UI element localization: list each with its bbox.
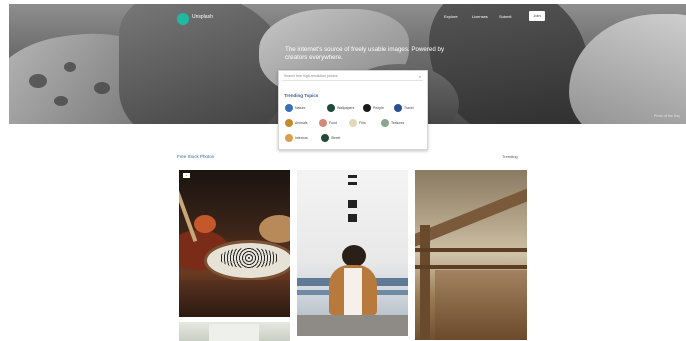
chip-label: Food (329, 121, 337, 125)
rock-hole (29, 74, 47, 88)
mountain-photo[interactable] (179, 322, 290, 341)
chip-thumb-icon (349, 119, 357, 127)
chip-thumb-icon (285, 104, 293, 112)
wall-light (348, 175, 357, 178)
chip-label: Animals (295, 121, 308, 125)
trending-chip[interactable]: Interiors (285, 134, 308, 142)
chip-thumb-icon (327, 104, 335, 112)
sky-area (209, 324, 259, 341)
trending-chip[interactable]: Street (321, 134, 340, 142)
food-photo[interactable]: + (179, 170, 290, 317)
dirt-ground (435, 270, 527, 340)
hero-rock (569, 14, 686, 124)
search-icon[interactable]: ⌕ (419, 74, 421, 79)
plate-pattern (219, 248, 279, 268)
chip-label: Textures (391, 121, 405, 125)
trending-chip[interactable]: Wallpapers (327, 104, 354, 112)
chip-label: Film (359, 121, 366, 125)
table (179, 280, 290, 317)
fence-rail (415, 184, 527, 248)
search-input[interactable]: Search free high-resolution photos ⌕ (282, 74, 423, 81)
photo-badge[interactable]: + (183, 173, 190, 178)
chip-label: Nature (295, 106, 306, 110)
plate (259, 215, 290, 243)
chip-label: Wallpapers (337, 106, 355, 110)
chip-thumb-icon (321, 134, 329, 142)
trending-chip[interactable]: Film (349, 119, 366, 127)
section-link[interactable]: Trending (502, 154, 518, 159)
nav-item-explore[interactable]: Explore (444, 14, 458, 19)
search-placeholder: Search free high-resolution photos (284, 74, 338, 78)
search-dropdown: Search free high-resolution photos ⌕ Tre… (278, 70, 428, 150)
fence-post (420, 225, 430, 340)
join-button[interactable]: Join (529, 11, 545, 21)
chip-thumb-icon (381, 119, 389, 127)
photo-credit[interactable]: Photo of the Day (654, 114, 680, 118)
trending-chip[interactable]: People (363, 104, 384, 112)
rock-hole (94, 82, 110, 94)
ground (297, 315, 408, 336)
chip-thumb-icon (363, 104, 371, 112)
rock-hole (54, 96, 68, 106)
chip-label: Interiors (295, 136, 308, 140)
hero-headline: The internet's source of freely usable i… (285, 46, 445, 61)
trending-chip[interactable]: Nature (285, 104, 306, 112)
chip-thumb-icon (285, 119, 293, 127)
chip-thumb-icon (285, 134, 293, 142)
trending-title: Trending Topics (284, 93, 319, 98)
brand-logo-icon[interactable] (177, 13, 189, 25)
person-head (342, 245, 366, 267)
chip-thumb-icon (319, 119, 327, 127)
trending-chip[interactable]: Travel (394, 104, 414, 112)
person-photo[interactable] (297, 170, 408, 336)
plate (194, 215, 216, 233)
wall-light (348, 182, 357, 185)
trending-chip[interactable]: Food (319, 119, 337, 127)
fence-rail (415, 265, 527, 269)
trending-chip[interactable]: Animals (285, 119, 307, 127)
chip-label: People (373, 106, 384, 110)
trending-chip[interactable]: Textures (381, 119, 404, 127)
fence-rail (415, 248, 527, 252)
nav-item-submit[interactable]: Submit (499, 14, 511, 19)
nav-item-licenses[interactable]: Licenses (472, 14, 488, 19)
brand-name[interactable]: Unsplash (192, 14, 213, 20)
section-title: Free Stock Photos (177, 154, 215, 159)
chip-label: Travel (404, 106, 414, 110)
rock-hole (64, 62, 76, 72)
fence-photo[interactable] (415, 170, 527, 340)
chip-thumb-icon (394, 104, 402, 112)
wall-light (348, 200, 357, 208)
chip-label: Street (331, 136, 341, 140)
wall-light (348, 214, 357, 222)
